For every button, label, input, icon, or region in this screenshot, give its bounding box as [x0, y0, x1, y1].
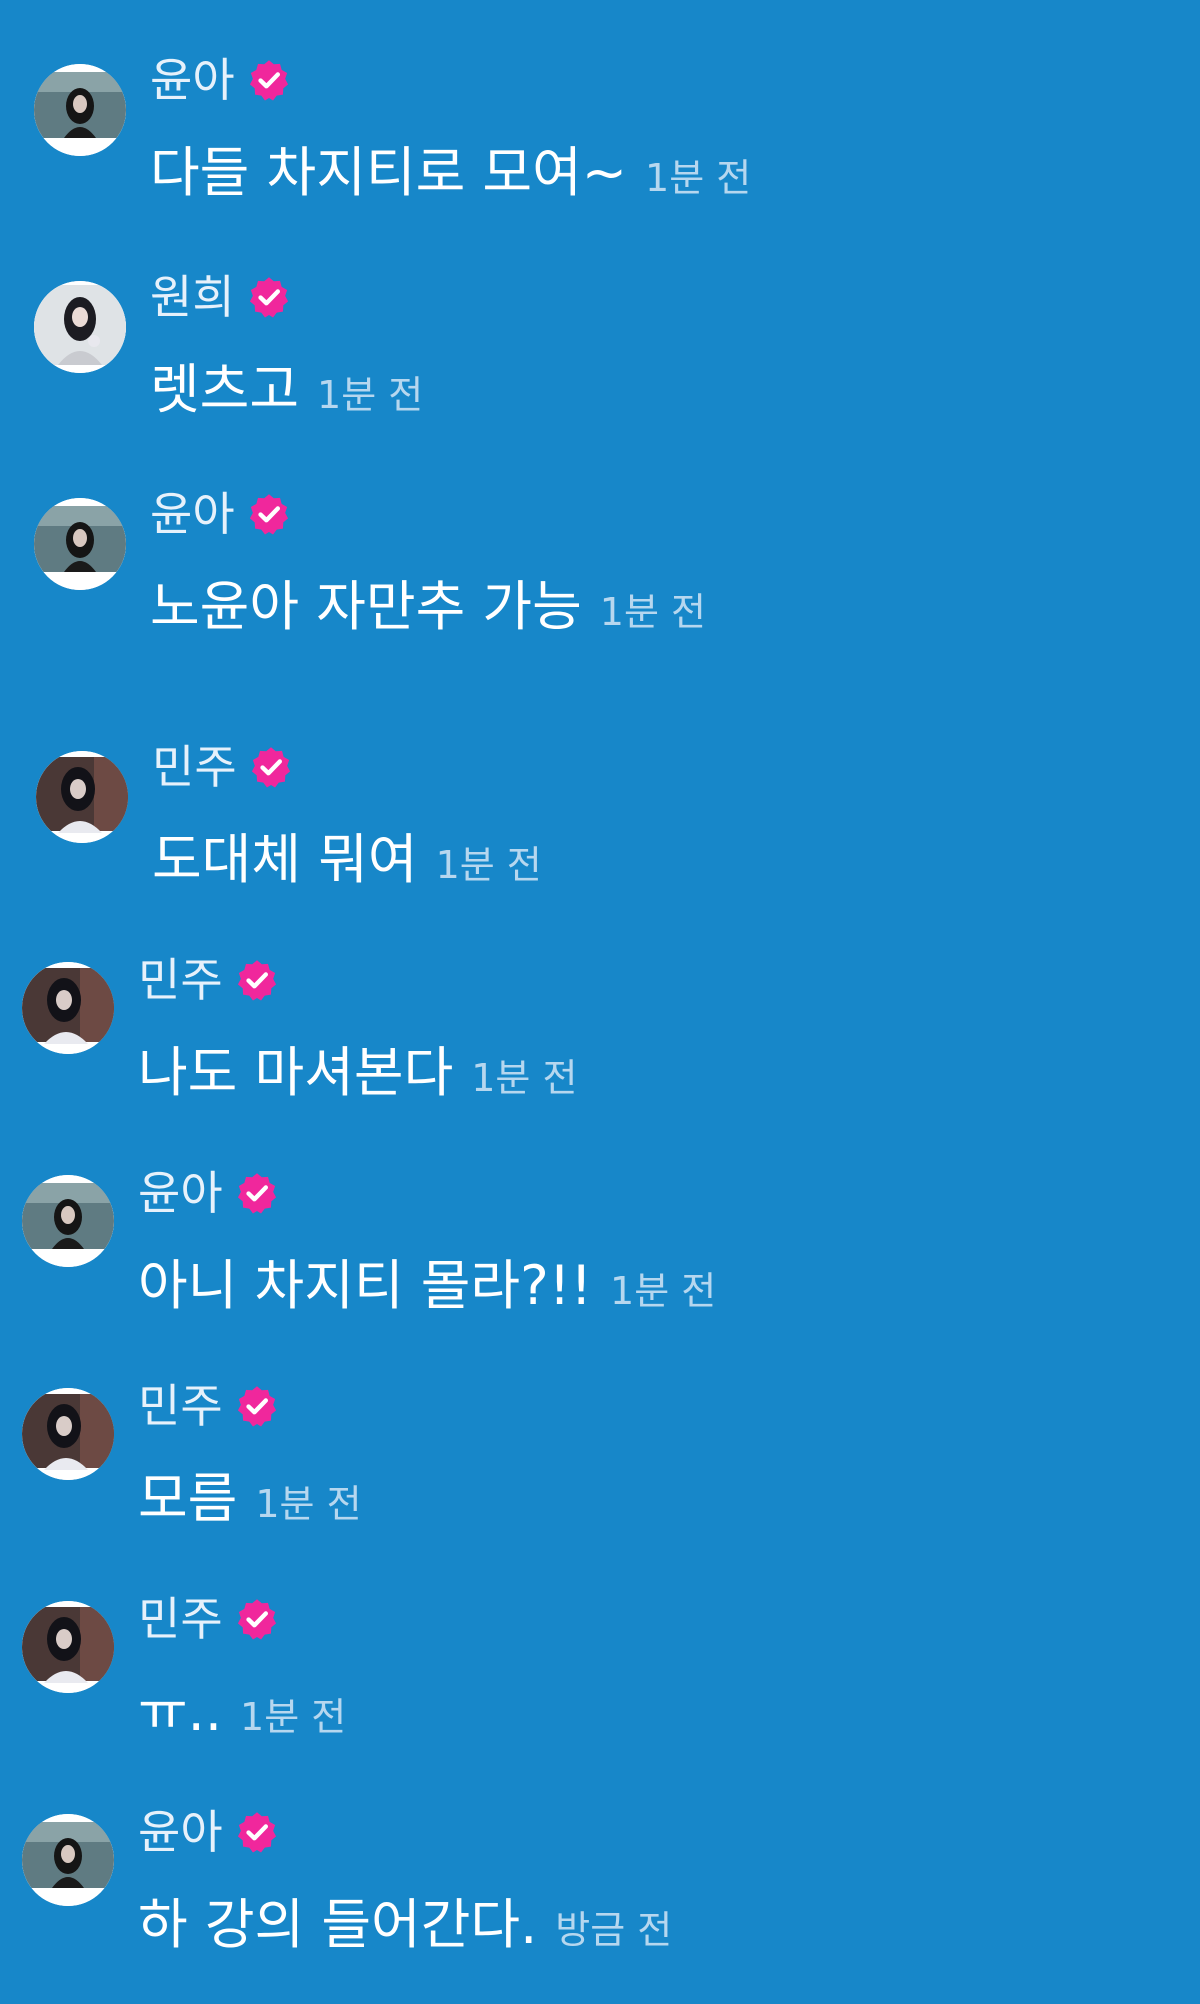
sender-name[interactable]: 민주	[138, 950, 223, 1010]
message-text: 노윤아 자만추 가능	[150, 575, 582, 638]
sender-name[interactable]: 민주	[138, 1589, 223, 1649]
sender-name[interactable]: 민주	[152, 737, 237, 797]
verified-badge-icon	[247, 492, 291, 536]
message-timestamp: 1분 전	[471, 1056, 578, 1100]
wonhee-avatar[interactable]	[34, 281, 126, 373]
chat-message: 민주 ㅠ.. 1분 전	[0, 1592, 1200, 1777]
yoona-avatar[interactable]	[22, 1814, 114, 1906]
message-timestamp: 1분 전	[435, 843, 542, 887]
sender-name[interactable]: 윤아	[150, 50, 235, 110]
message-timestamp: 1분 전	[240, 1695, 347, 1739]
verified-badge-icon	[235, 1597, 279, 1641]
message-timestamp: 1분 전	[317, 373, 424, 417]
chat-message: 윤아 아니 차지티 몰라?!! 1분 전	[0, 1166, 1200, 1351]
chat-message: 윤아 다들 차지티로 모여~ 1분 전	[0, 50, 1200, 230]
message-text: 도대체 뭐여	[152, 828, 418, 891]
message-text: 다들 차지티로 모여~	[150, 141, 628, 204]
chat-message: 원희 렛츠고 1분 전	[0, 267, 1200, 447]
yoona-avatar[interactable]	[34, 64, 126, 156]
sender-name[interactable]: 윤아	[138, 1802, 223, 1862]
chat-message: 윤아 노윤아 자만추 가능 1분 전	[0, 484, 1200, 664]
message-timestamp: 방금 전	[555, 1908, 673, 1952]
chat-message: 윤아 하 강의 들어간다. 방금 전	[0, 1805, 1200, 1990]
message-text: 아니 차지티 몰라?!!	[138, 1254, 593, 1317]
minju-avatar[interactable]	[36, 751, 128, 843]
message-text: 나도 마셔본다	[138, 1041, 454, 1104]
message-timestamp: 1분 전	[255, 1482, 362, 1526]
message-timestamp: 1분 전	[599, 590, 706, 634]
verified-badge-icon	[235, 1171, 279, 1215]
verified-badge-icon	[249, 745, 293, 789]
message-text: 모름	[138, 1467, 238, 1530]
message-timestamp: 1분 전	[645, 156, 752, 200]
minju-avatar[interactable]	[22, 1388, 114, 1480]
verified-badge-icon	[235, 1810, 279, 1854]
sender-name[interactable]: 민주	[138, 1376, 223, 1436]
message-text: 렛츠고	[150, 358, 300, 421]
minju-avatar[interactable]	[22, 962, 114, 1054]
message-timestamp: 1분 전	[610, 1269, 717, 1313]
message-text: ㅠ..	[138, 1680, 223, 1743]
chat-message: 민주 나도 마셔본다 1분 전	[0, 953, 1200, 1138]
yoona-avatar[interactable]	[22, 1175, 114, 1267]
message-text: 하 강의 들어간다.	[138, 1893, 538, 1956]
sender-name[interactable]: 윤아	[150, 484, 235, 544]
minju-avatar[interactable]	[22, 1601, 114, 1693]
sender-name[interactable]: 원희	[150, 267, 235, 327]
verified-badge-icon	[235, 958, 279, 1002]
chat-message: 민주 도대체 뭐여 1분 전	[0, 737, 1200, 917]
verified-badge-icon	[247, 58, 291, 102]
yoona-avatar[interactable]	[34, 498, 126, 590]
verified-badge-icon	[235, 1384, 279, 1428]
chat-message: 민주 모름 1분 전	[0, 1379, 1200, 1564]
sender-name[interactable]: 윤아	[138, 1163, 223, 1223]
verified-badge-icon	[247, 275, 291, 319]
